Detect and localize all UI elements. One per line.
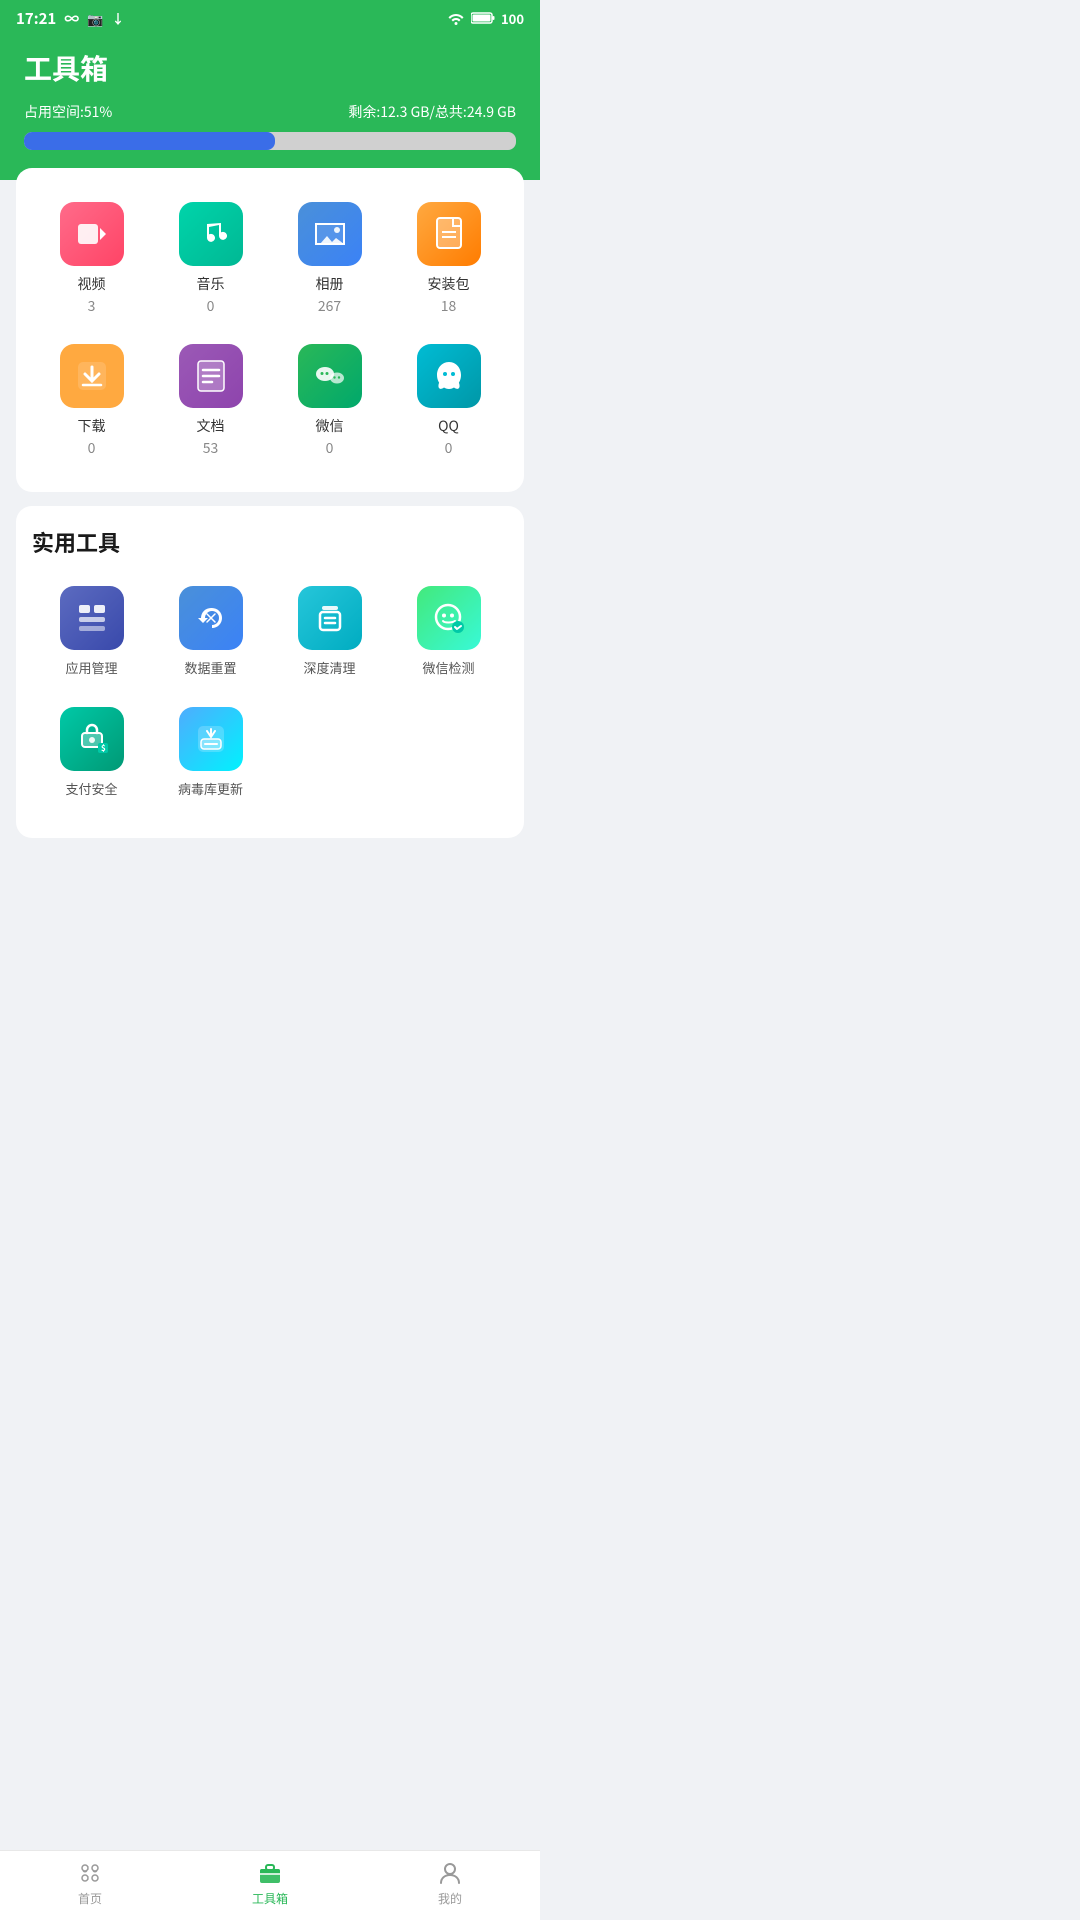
- reset-icon: [179, 586, 243, 650]
- tools-grid-row1: 应用管理 数据重置: [32, 576, 508, 687]
- qq-count: 0: [445, 438, 453, 458]
- storage-used-label: 占用空间:51%: [24, 102, 112, 122]
- wechat-label: 微信: [316, 416, 344, 436]
- file-item-video[interactable]: 视频 3: [32, 188, 151, 330]
- status-left: 17:21 ∞ 📷 ↓: [16, 8, 125, 29]
- tool-item-paysafe[interactable]: $ 支付安全: [32, 697, 151, 808]
- deepclean-icon: [298, 586, 362, 650]
- camera-icon: 📷: [87, 9, 103, 28]
- virusupdate-icon: [179, 707, 243, 771]
- toolbox-icon: [256, 1859, 284, 1887]
- svg-text:$: $: [101, 743, 106, 754]
- storage-progress-bar: [24, 132, 516, 150]
- qq-label: QQ: [438, 416, 459, 436]
- header: 工具箱 占用空间:51% 剩余:12.3 GB/总共:24.9 GB: [0, 36, 540, 180]
- wifi-icon: [447, 11, 465, 25]
- music-count: 0: [207, 296, 215, 316]
- photo-label: 相册: [316, 274, 344, 294]
- tool-item-wechatcheck[interactable]: 微信检测: [389, 576, 508, 687]
- apk-count: 18: [441, 296, 457, 316]
- photo-icon: [298, 202, 362, 266]
- qq-icon: [417, 344, 481, 408]
- storage-row: 占用空间:51% 剩余:12.3 GB/总共:24.9 GB: [24, 102, 516, 122]
- doc-label: 文档: [197, 416, 225, 436]
- tool-item-reset[interactable]: 数据重置: [151, 576, 270, 687]
- apk-label: 安装包: [428, 274, 470, 294]
- storage-remain-label: 剩余:12.3 GB/总共:24.9 GB: [348, 102, 516, 122]
- wechatcheck-label: 微信检测: [422, 658, 474, 677]
- nav-profile-label: 我的: [438, 1890, 462, 1907]
- file-item-download[interactable]: 下载 0: [32, 330, 151, 472]
- doc-icon: [179, 344, 243, 408]
- paysafe-label: 支付安全: [65, 779, 117, 798]
- download-count: 0: [88, 438, 96, 458]
- download-status-icon: ↓: [111, 9, 124, 28]
- time: 17:21: [16, 8, 56, 29]
- file-grid: 视频 3 音乐 0: [32, 188, 508, 472]
- file-categories-card: 视频 3 音乐 0: [16, 168, 524, 492]
- storage-progress-fill: [24, 132, 275, 150]
- tool-item-appmanage[interactable]: 应用管理: [32, 576, 151, 687]
- file-item-music[interactable]: 音乐 0: [151, 188, 270, 330]
- tools-grid-row2: $ 支付安全 病毒库更新: [32, 697, 508, 808]
- video-count: 3: [88, 296, 96, 316]
- appmanage-label: 应用管理: [65, 658, 117, 677]
- wechat-icon: [298, 344, 362, 408]
- video-label: 视频: [78, 274, 106, 294]
- signal-icon: ∞: [64, 8, 79, 29]
- tools-card: 实用工具 应用管理: [16, 506, 524, 838]
- paysafe-icon: $: [60, 707, 124, 771]
- deepclean-label: 深度清理: [303, 658, 355, 677]
- status-right: 100: [447, 9, 524, 28]
- profile-icon: [436, 1859, 464, 1887]
- home-icon: [76, 1859, 104, 1887]
- file-item-qq[interactable]: QQ 0: [389, 330, 508, 472]
- tool-item-virusupdate[interactable]: 病毒库更新: [151, 697, 270, 808]
- tool-item-deepclean[interactable]: 深度清理: [270, 576, 389, 687]
- nav-item-toolbox[interactable]: 工具箱: [180, 1859, 360, 1907]
- battery-percent: 100: [501, 9, 524, 28]
- download-icon-box: [60, 344, 124, 408]
- wechatcheck-icon: [417, 586, 481, 650]
- file-item-doc[interactable]: 文档 53: [151, 330, 270, 472]
- status-bar: 17:21 ∞ 📷 ↓ 100: [0, 0, 540, 36]
- nav-toolbox-label: 工具箱: [252, 1890, 288, 1907]
- virusupdate-label: 病毒库更新: [178, 779, 243, 798]
- file-item-wechat[interactable]: 微信 0: [270, 330, 389, 472]
- nav-item-home[interactable]: 首页: [0, 1859, 180, 1907]
- page-title: 工具箱: [24, 48, 516, 88]
- battery-icon: [471, 11, 495, 25]
- reset-label: 数据重置: [184, 658, 236, 677]
- photo-count: 267: [318, 296, 341, 316]
- apk-icon: [417, 202, 481, 266]
- main-content: 视频 3 音乐 0: [0, 168, 540, 932]
- nav-item-profile[interactable]: 我的: [360, 1859, 540, 1907]
- wechat-count: 0: [326, 438, 334, 458]
- music-icon: [179, 202, 243, 266]
- file-item-apk[interactable]: 安装包 18: [389, 188, 508, 330]
- doc-count: 53: [203, 438, 219, 458]
- appmanage-icon: [60, 586, 124, 650]
- file-item-photo[interactable]: 相册 267: [270, 188, 389, 330]
- video-icon: [60, 202, 124, 266]
- nav-home-label: 首页: [78, 1890, 102, 1907]
- download-label: 下载: [78, 416, 106, 436]
- bottom-nav: 首页 工具箱 我的: [0, 1850, 540, 1920]
- tools-section-title: 实用工具: [32, 526, 508, 558]
- music-label: 音乐: [197, 274, 225, 294]
